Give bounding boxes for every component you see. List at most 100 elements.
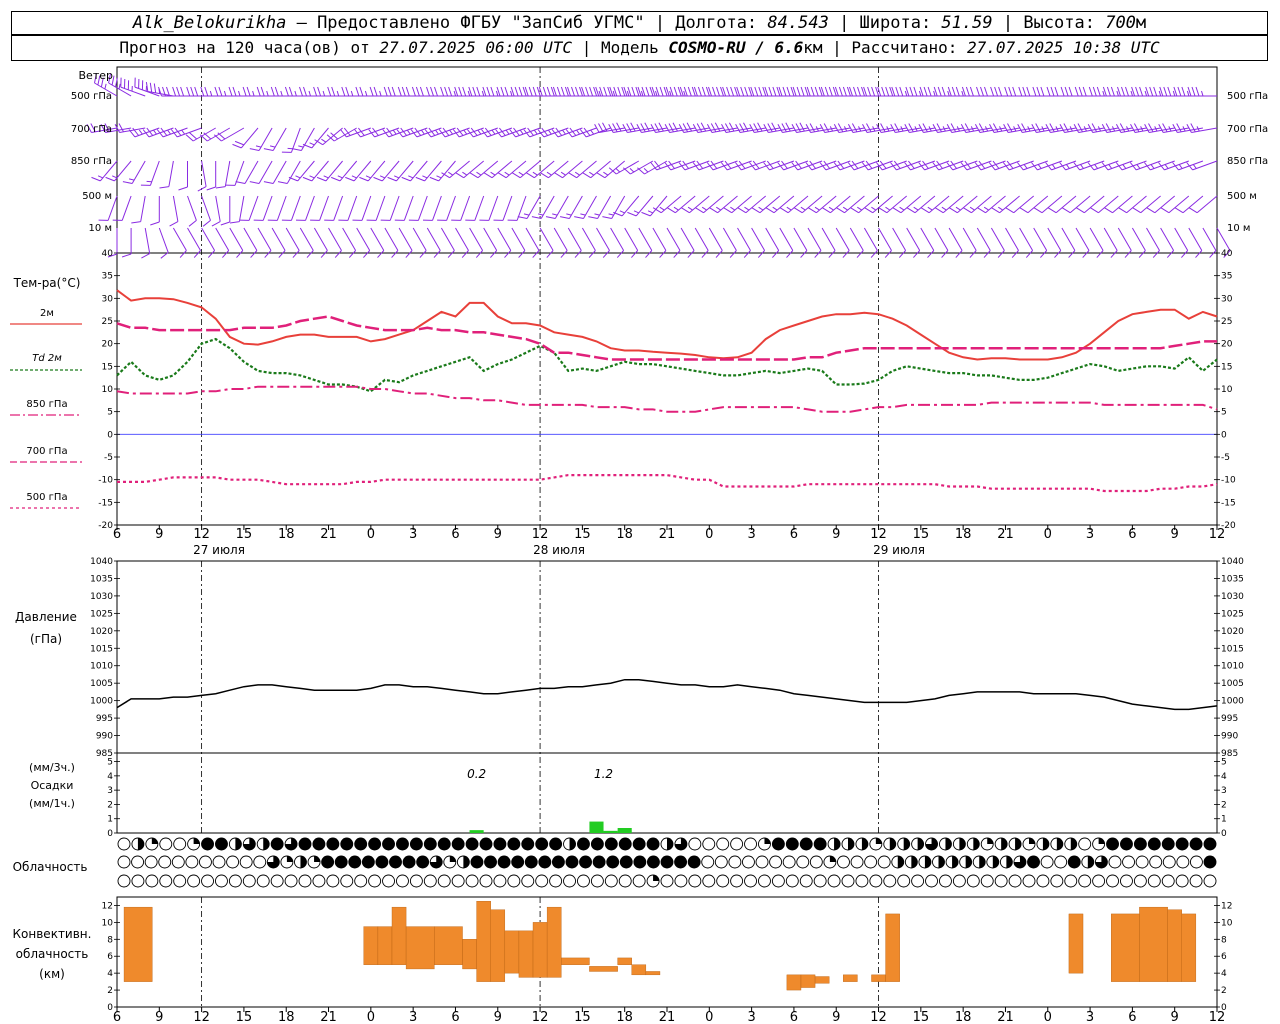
cloud-low-circle <box>1036 874 1050 888</box>
wind-barb <box>215 160 231 189</box>
cloud-mid-fill <box>1068 856 1081 868</box>
cloud-low-circle <box>396 874 409 888</box>
bottom-hour-tick-label: 15 <box>913 1010 930 1024</box>
bottom-hour-tick-label: 3 <box>409 1010 417 1024</box>
cloud-mid-circle <box>212 855 226 869</box>
cloud-mid-fill <box>688 856 701 868</box>
cloud-low-circle <box>688 874 702 888</box>
cloud-high-circle <box>117 837 131 851</box>
wind-barb <box>178 161 188 191</box>
bottom-hour-tick-label: 12 <box>870 1010 887 1024</box>
precip-tick-label: 5 <box>1221 758 1227 768</box>
bottom-hour-tick-label: 6 <box>790 1010 798 1024</box>
wind-barb <box>201 195 211 227</box>
temp-tick-label: 5 <box>1221 408 1227 418</box>
conv-bar <box>518 930 534 978</box>
pressure-tick-label: 1030 <box>90 592 113 602</box>
precip-tick-label: 0 <box>107 829 113 839</box>
temp-tick-label: 15 <box>102 362 113 372</box>
cloud-mid-fill <box>498 856 511 868</box>
cloud-high-fill <box>633 838 646 850</box>
conv-bar <box>532 922 548 978</box>
cloud-high-fill <box>410 838 423 850</box>
cloud-low-circle <box>1161 874 1175 888</box>
cloud-mid-fill <box>661 856 673 868</box>
cloud-high-fill <box>917 838 924 850</box>
conv-bar <box>391 906 407 965</box>
cloud-high-fill <box>1120 838 1133 850</box>
wind-barb <box>229 195 245 224</box>
cloud-low-circle <box>242 874 256 888</box>
cloud-low-circle <box>270 874 284 888</box>
convective-panel <box>116 896 1218 1008</box>
cloud-mid-fill <box>1204 856 1216 868</box>
wind-barb <box>249 127 273 151</box>
temp-tick-label: 25 <box>1221 317 1232 327</box>
cloud-high-fill <box>1190 838 1203 850</box>
cloud-low-circle <box>1203 874 1217 888</box>
wind-level-500m-right: 500 м <box>1227 191 1257 202</box>
cloud-high-fill <box>271 838 284 850</box>
cloud-mid-fill <box>300 856 307 868</box>
cloud-low-circle <box>493 874 507 888</box>
cloud-mid-fill <box>416 856 429 868</box>
wind-barb <box>652 195 682 214</box>
wind-barb <box>429 160 456 182</box>
cloud-high-fill <box>201 838 214 850</box>
cloud-low-circle <box>507 874 521 888</box>
conv-tick-label: 4 <box>107 969 113 979</box>
cloud-high-fill <box>340 838 353 850</box>
conv-bar <box>843 974 858 982</box>
cloud-high-fill <box>354 838 367 850</box>
convective-bars <box>123 901 1197 991</box>
cloud-low-circle <box>994 874 1008 888</box>
cloud-mid-fill <box>897 856 904 868</box>
temp-tick-label: 10 <box>1221 385 1233 395</box>
cloud-low-circle <box>326 874 340 888</box>
cloud-low-circle <box>563 874 576 888</box>
conv-bar <box>631 964 647 976</box>
wind-barb <box>1187 86 1217 97</box>
conv-bar <box>1167 909 1182 982</box>
cloud-low-circle <box>201 874 214 888</box>
cloud-low-circle <box>131 874 145 888</box>
cloud-low-circle <box>925 874 938 888</box>
wind-barb <box>225 160 245 186</box>
wind-barbs <box>86 73 1231 259</box>
temp-tick-label: -20 <box>98 521 113 531</box>
cloud-low-circle <box>1133 874 1147 888</box>
wind-barb <box>141 227 151 259</box>
cloud-high-fill <box>903 838 910 851</box>
wind-level-850hpa-right: 850 гПа <box>1227 156 1268 167</box>
wind-barb <box>441 160 470 179</box>
cloud-mid-fill <box>375 856 388 868</box>
temp-tick-label: 30 <box>102 294 114 304</box>
cloud-high-fill <box>1015 838 1022 850</box>
wind-level-10m-right: 10 м <box>1227 223 1250 234</box>
precip-tick-label: 4 <box>107 772 113 782</box>
cloud-mid-fill <box>992 856 999 868</box>
cloud-low-circle <box>159 874 173 888</box>
conv-bar <box>476 901 491 982</box>
cloud-low-circle <box>1189 874 1203 888</box>
wind-barb <box>159 160 174 189</box>
temp-tick-label: -5 <box>1221 453 1230 463</box>
cloud-low-circle <box>1064 874 1078 888</box>
cloud-high-circle <box>716 837 730 851</box>
cloud-low-circle <box>869 874 883 888</box>
conv-bar <box>645 971 661 976</box>
cloud-high-fill <box>452 838 465 850</box>
pressure-tick-label: 1015 <box>1221 644 1244 654</box>
cloud-mid-circle <box>117 855 131 869</box>
conv-bar <box>786 974 802 991</box>
wind-barb <box>249 160 273 184</box>
cloud-high-fill <box>959 838 966 850</box>
cloud-low-circle <box>1106 874 1119 888</box>
cloud-low-circle <box>911 874 925 888</box>
pressure-tick-label: 990 <box>1221 732 1238 742</box>
cloud-high-fill <box>535 838 548 850</box>
bottom-hour-tick-label: 3 <box>1086 1010 1094 1024</box>
temp-tick-label: 15 <box>1221 362 1232 372</box>
series-500hpa <box>117 474 1218 493</box>
cloud-mid-fill <box>952 856 959 868</box>
